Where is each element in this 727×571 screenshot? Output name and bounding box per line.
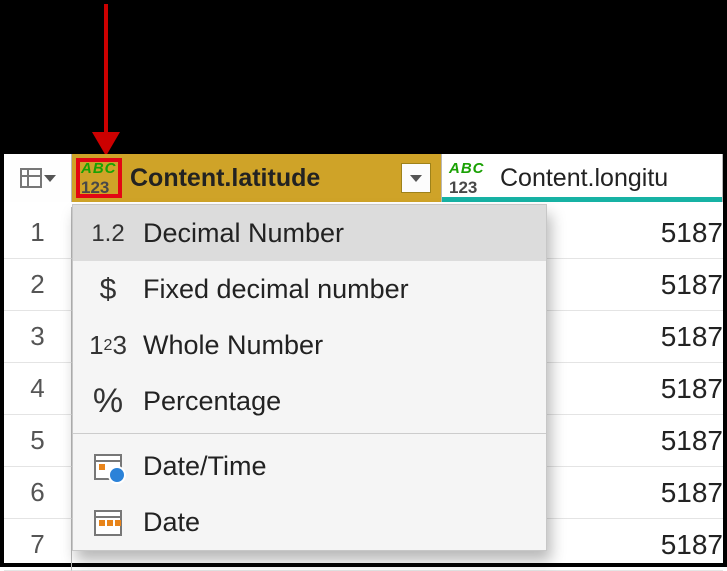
menu-item-label: Whole Number: [143, 330, 323, 361]
menu-item-label: Date: [143, 507, 200, 538]
chevron-down-icon: [44, 175, 56, 182]
any-type-icon: ABC123: [449, 161, 489, 195]
percentage-icon: %: [73, 382, 143, 421]
row-number[interactable]: 7: [4, 519, 72, 571]
column-header-latitude[interactable]: ABC123 Content.latitude: [72, 154, 442, 202]
column-header-longitude[interactable]: ABC123 Content.longitu: [442, 154, 723, 202]
table-options-button[interactable]: [4, 154, 72, 202]
any-type-icon: ABC123: [81, 161, 117, 195]
menu-item-date[interactable]: Date: [73, 494, 546, 550]
callout-arrow-head-icon: [92, 132, 120, 156]
data-type-menu: 1.2 Decimal Number $ Fixed decimal numbe…: [72, 204, 547, 551]
menu-item-date-time[interactable]: Date/Time: [73, 438, 546, 494]
date-time-icon: [73, 454, 143, 480]
menu-item-label: Date/Time: [143, 451, 267, 482]
table-icon: [20, 168, 42, 188]
data-type-button-longitude[interactable]: ABC123: [446, 158, 492, 198]
data-type-button-latitude[interactable]: ABC123: [76, 158, 122, 198]
data-grid: ABC123 Content.latitude ABC123 Content.l…: [4, 154, 723, 563]
menu-item-label: Percentage: [143, 386, 281, 417]
row-number[interactable]: 4: [4, 363, 72, 415]
menu-item-whole-number[interactable]: 123 Whole Number: [73, 317, 546, 373]
menu-separator: [73, 433, 546, 434]
menu-item-label: Decimal Number: [143, 218, 344, 249]
row-number[interactable]: 2: [4, 259, 72, 311]
currency-icon: $: [73, 273, 143, 307]
row-number[interactable]: 3: [4, 311, 72, 363]
column-header-row: ABC123 Content.latitude ABC123 Content.l…: [4, 154, 723, 202]
menu-item-label: Fixed decimal number: [143, 274, 409, 305]
chevron-down-icon: [410, 175, 422, 182]
row-number[interactable]: 5: [4, 415, 72, 467]
decimal-number-icon: 1.2: [73, 220, 143, 248]
column-name-latitude: Content.latitude: [122, 164, 401, 193]
column-filter-button-latitude[interactable]: [401, 163, 431, 193]
date-icon: [73, 510, 143, 536]
row-number[interactable]: 6: [4, 467, 72, 519]
column-name-longitude: Content.longitu: [492, 164, 722, 193]
menu-item-percentage[interactable]: % Percentage: [73, 373, 546, 429]
callout-arrow-line: [104, 4, 108, 142]
whole-number-icon: 123: [73, 330, 143, 361]
screenshot-frame: ABC123 Content.latitude ABC123 Content.l…: [0, 0, 727, 567]
menu-item-fixed-decimal[interactable]: $ Fixed decimal number: [73, 261, 546, 317]
menu-item-decimal-number[interactable]: 1.2 Decimal Number: [73, 205, 546, 261]
row-number[interactable]: 1: [4, 207, 72, 259]
